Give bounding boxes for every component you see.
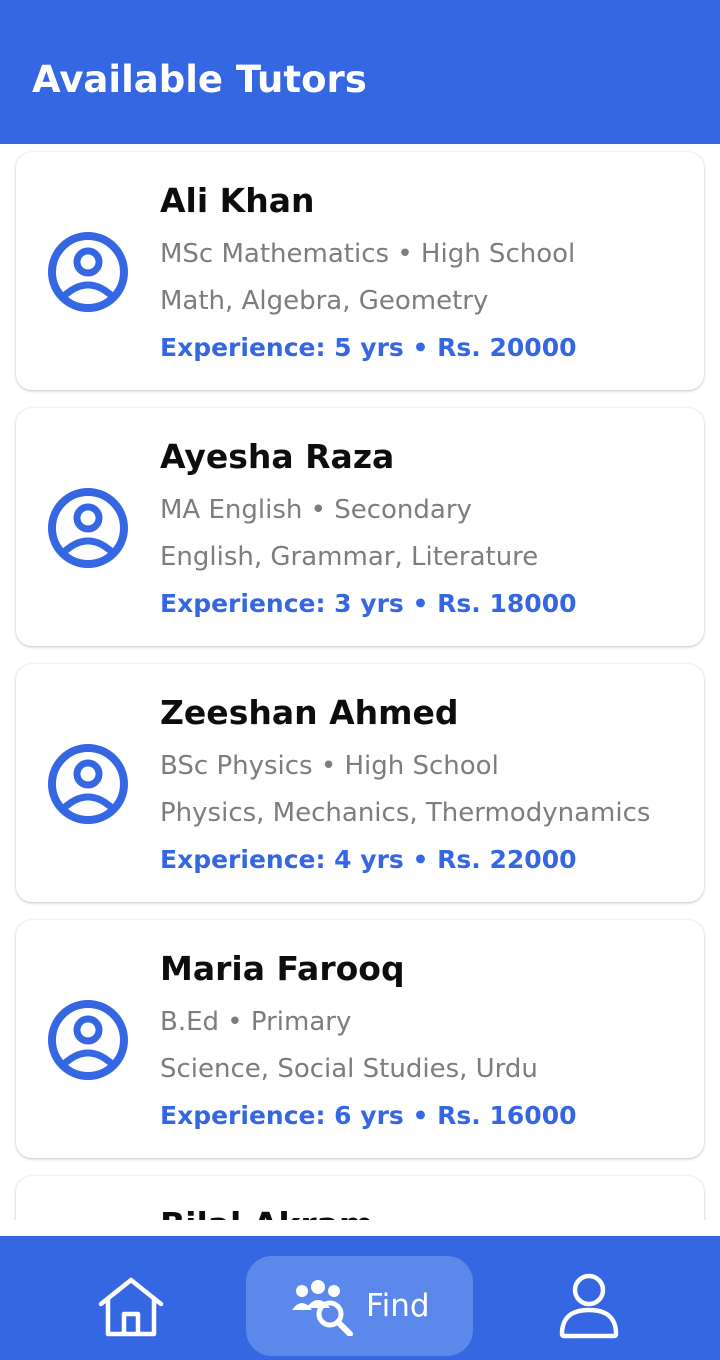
tutor-experience-fee: Experience: 3 yrs • Rs. 18000 (160, 589, 577, 618)
tutor-qualification: BSc Physics • High School (160, 751, 499, 781)
user-avatar-icon (48, 232, 128, 312)
find-tutors-icon (292, 1280, 353, 1336)
tutor-card[interactable]: Maria Farooq B.Ed • Primary Science, Soc… (16, 920, 704, 1158)
tutor-name: Ali Khan (160, 181, 315, 220)
tutor-subjects: Physics, Mechanics, Thermodynamics (160, 798, 651, 828)
tutor-qualification: B.Ed • Primary (160, 1007, 352, 1037)
tutor-name: Bilal Akram (160, 1202, 373, 1220)
tutor-experience-fee: Experience: 4 yrs • Rs. 22000 (160, 845, 577, 874)
user-avatar-icon (48, 744, 128, 824)
tutor-name: Zeeshan Ahmed (160, 693, 459, 732)
app-bar: Available Tutors (0, 0, 720, 144)
user-avatar-icon (48, 1000, 128, 1080)
tutor-qualification: MA English • Secondary (160, 495, 472, 525)
tutor-card[interactable]: Ali Khan MSc Mathematics • High School M… (16, 152, 704, 390)
tutor-subjects: English, Grammar, Literature (160, 542, 539, 572)
tutor-name: Maria Farooq (160, 949, 405, 988)
tutor-list[interactable]: Ali Khan MSc Mathematics • High School M… (0, 144, 720, 1220)
tutor-name: Ayesha Raza (160, 437, 395, 476)
tutor-experience-fee: Experience: 6 yrs • Rs. 16000 (160, 1101, 577, 1130)
user-avatar-icon (48, 488, 128, 568)
tutor-card[interactable]: Zeeshan Ahmed BSc Physics • High School … (16, 664, 704, 902)
home-icon[interactable] (96, 1274, 166, 1338)
tutor-subjects: Science, Social Studies, Urdu (160, 1054, 538, 1084)
find-tab-label: Find (366, 1288, 430, 1324)
bottom-navigation: Find (0, 1236, 720, 1360)
tutor-subjects: Math, Algebra, Geometry (160, 286, 489, 316)
find-tutors-tab[interactable]: Find (246, 1256, 473, 1356)
page-title: Available Tutors (32, 58, 367, 101)
tutor-experience-fee: Experience: 5 yrs • Rs. 20000 (160, 333, 577, 362)
profile-icon[interactable] (558, 1272, 620, 1340)
tutor-qualification: MSc Mathematics • High School (160, 239, 576, 269)
tutor-card[interactable]: Bilal Akram (16, 1176, 704, 1220)
tutor-card[interactable]: Ayesha Raza MA English • Secondary Engli… (16, 408, 704, 646)
